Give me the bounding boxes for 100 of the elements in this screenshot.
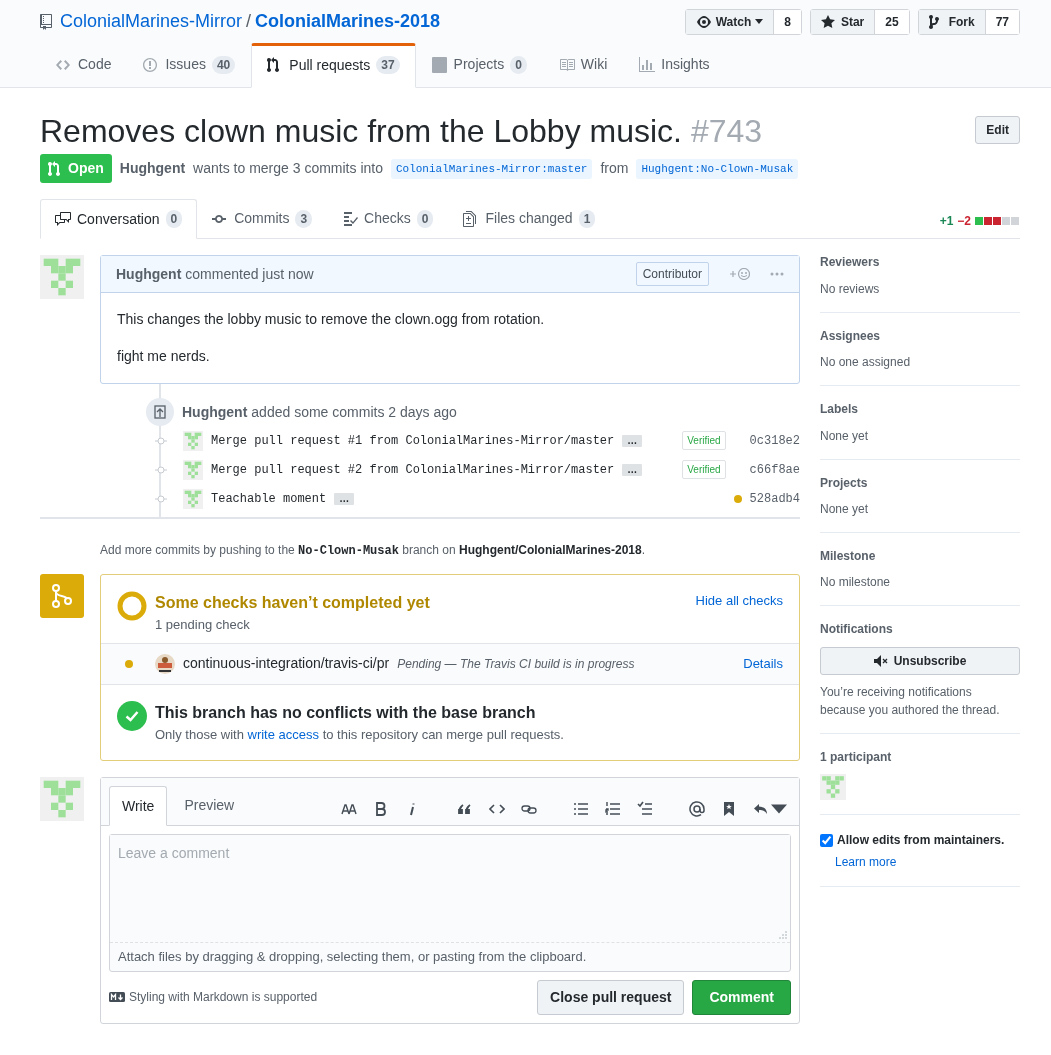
branch-icon xyxy=(52,584,72,609)
mute-icon xyxy=(873,654,888,667)
pr-tab[interactable]: Commits 3 xyxy=(197,199,328,239)
author-name[interactable]: Hughgent xyxy=(182,401,248,423)
edit-button[interactable]: Edit xyxy=(975,116,1020,144)
commit-node-icon xyxy=(155,493,167,504)
check-circle-icon xyxy=(117,700,147,731)
caret-icon xyxy=(755,19,764,24)
eye-icon xyxy=(695,13,712,30)
avatar-icon xyxy=(40,255,84,300)
verified-badge: Verified xyxy=(682,431,726,451)
comment-field[interactable]: Leave a comment Attach files by dragging & dropping, selecting them, or pasting from the clipboard. xyxy=(109,834,791,972)
commit-sha[interactable]: 0c318e2 xyxy=(749,431,800,450)
bold-icon[interactable] xyxy=(373,801,389,818)
checkbox-label[interactable]: Allow edits from maintainers. xyxy=(837,831,1005,850)
head-branch-ref[interactable]: Hughgent:No-Clown-Musak xyxy=(636,158,799,180)
commit-message[interactable]: Merge pull request #1 from ColonialMarines-Mirror/master xyxy=(211,431,615,450)
comment-meta: commented just now xyxy=(185,264,314,284)
star-button[interactable]: Star xyxy=(810,9,876,34)
repo-tab[interactable]: Pull requests 37 xyxy=(251,43,416,88)
repo-tab[interactable]: Code xyxy=(40,43,128,87)
role-badge: Contributor xyxy=(635,262,709,287)
unsubscribe-button[interactable]: Unsubscribe xyxy=(820,646,1020,675)
commit-sha[interactable]: c66f8ae xyxy=(749,460,800,479)
close-pull-request-button[interactable]: Close pull request xyxy=(537,979,685,1015)
merge-description: wants to merge 3 commits into xyxy=(193,159,383,179)
more-options-icon xyxy=(770,272,784,277)
event-description: added some commits 2 days ago xyxy=(251,402,457,422)
from-label: from xyxy=(600,159,629,179)
editor-tab[interactable]: Write xyxy=(109,786,168,827)
checkbox[interactable] xyxy=(820,833,833,847)
section-heading[interactable]: Projects xyxy=(820,475,1020,490)
avatar-icon xyxy=(820,774,846,801)
avatar-icon xyxy=(183,459,203,480)
tab-counter: 0 xyxy=(165,210,183,229)
merge-status-text: Only those with write access to this repository can merge pull requests. xyxy=(155,725,564,744)
pr-tab[interactable]: Checks 0 xyxy=(327,199,449,239)
fork-count[interactable]: 77 xyxy=(985,9,1019,34)
bulleted-list-icon[interactable] xyxy=(573,801,589,818)
avatar-icon xyxy=(183,430,203,451)
write-access-link[interactable]: write access xyxy=(247,726,320,742)
watch-count[interactable]: 8 xyxy=(774,9,801,34)
verified-badge: Verified xyxy=(682,460,726,480)
author-name[interactable]: Hughgent xyxy=(116,263,182,285)
bookmark-icon[interactable] xyxy=(721,801,737,818)
repo-tab[interactable]: Wiki xyxy=(542,43,624,87)
task-list-icon[interactable] xyxy=(637,801,653,818)
section-value: No milestone xyxy=(820,574,892,592)
star-icon xyxy=(820,13,837,30)
section-heading: 1 participant xyxy=(820,749,893,765)
pr-title: Removes clown music from the Lobby music. xyxy=(40,113,682,149)
expand-button[interactable]: … xyxy=(622,434,643,447)
merge-status-title: This branch has no conflicts with the base branch xyxy=(155,702,537,723)
commit-message[interactable]: Teachable moment xyxy=(211,489,327,508)
repo-name-link[interactable]: ColonialMarines-2018 xyxy=(255,8,441,35)
commit-message[interactable]: Merge pull request #2 from ColonialMarines-Mirror/master xyxy=(211,460,615,479)
check-name[interactable]: continuous-integration/travis-ci/pr xyxy=(183,653,390,675)
star-count[interactable]: 25 xyxy=(875,9,909,34)
watch-button[interactable]: Watch xyxy=(685,9,775,34)
additions-count: +1 xyxy=(939,213,954,231)
checklist-icon xyxy=(342,210,359,227)
status-dot-icon xyxy=(733,494,742,503)
repo-owner-link[interactable]: ColonialMarines-Mirror xyxy=(60,8,243,35)
add-reaction-icon xyxy=(729,268,750,281)
notification-note: You’re receiving notifications because you authored the thread. xyxy=(820,683,1001,719)
mention-icon[interactable] xyxy=(689,801,705,818)
hide-checks-link[interactable]: Hide all checks xyxy=(695,591,783,635)
pending-status-icon xyxy=(117,591,147,622)
commit-sha[interactable]: 528adb4 xyxy=(749,489,800,508)
section-value: None yet xyxy=(820,427,870,445)
fork-button[interactable]: Fork xyxy=(918,9,986,34)
details-link[interactable]: Details xyxy=(743,654,783,674)
markdown-note[interactable]: Styling with Markdown is supported xyxy=(129,988,318,1007)
tab-counter: 0 xyxy=(416,209,434,228)
repo-tab[interactable]: Issues 40 xyxy=(127,43,252,87)
tab-counter: 40 xyxy=(211,55,236,74)
repo-tab[interactable]: Projects 0 xyxy=(415,43,543,87)
expand-button[interactable]: … xyxy=(334,492,355,505)
learn-more-link[interactable]: Learn more xyxy=(835,853,897,872)
pr-tab[interactable]: Files changed 1 xyxy=(448,199,611,239)
section-heading[interactable]: Reviewers xyxy=(820,255,1020,270)
ci-service-icon xyxy=(155,653,175,674)
numbered-list-icon[interactable] xyxy=(605,801,621,818)
markdown-icon xyxy=(109,992,125,1003)
section-heading[interactable]: Milestone xyxy=(820,548,1020,564)
section-value: No reviews xyxy=(820,280,881,298)
attach-hint: Attach files by dragging & dropping, selecting them, or pasting from the clipboard. xyxy=(117,948,588,967)
comment-icon xyxy=(55,211,71,228)
resize-handle-icon xyxy=(779,931,787,940)
section-heading[interactable]: Assignees xyxy=(820,328,1020,344)
editor-tab[interactable]: Preview xyxy=(171,786,248,826)
avatar-icon xyxy=(183,488,203,509)
author-name[interactable]: Hughgent xyxy=(119,158,186,180)
base-branch-ref[interactable]: ColonialMarines-Mirror:master xyxy=(390,158,593,180)
section-value: No one assigned xyxy=(820,354,912,372)
repo-tab[interactable]: Insights xyxy=(623,43,726,87)
section-heading[interactable]: Labels xyxy=(820,402,1020,417)
pr-tab[interactable]: Conversation 0 xyxy=(40,199,198,240)
checks-summary: 1 pending check xyxy=(155,616,251,635)
expand-button[interactable]: … xyxy=(622,463,643,476)
